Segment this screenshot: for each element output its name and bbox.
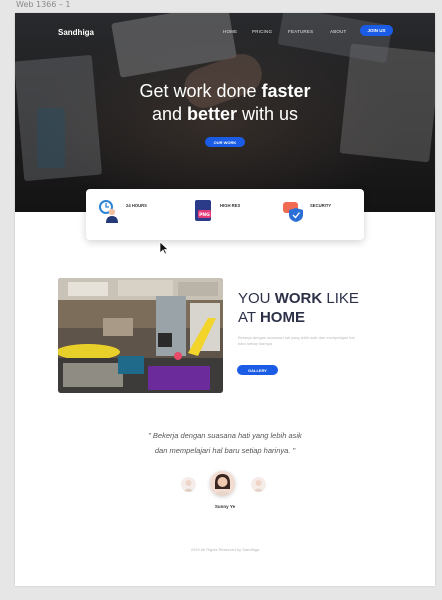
person-avatar-icon: [183, 480, 194, 492]
person-avatar-icon: [210, 471, 235, 496]
feature-title: SECURITY: [310, 203, 332, 208]
nav-item-home[interactable]: HOME: [223, 29, 237, 34]
work-description: Bekerja dengan suasana hati yang lebih a…: [238, 335, 355, 346]
artboard-label: Web 1366 – 1: [16, 0, 71, 9]
features-card: 24 HOURS PNG HIGH RES SECURITY: [86, 189, 364, 240]
our-work-button[interactable]: OUR WORK: [205, 137, 245, 147]
avatar[interactable]: [181, 477, 196, 492]
nav-item-about[interactable]: ABOUT: [330, 29, 347, 34]
avatar[interactable]: [251, 477, 266, 492]
feature-security: SECURITY: [282, 199, 367, 231]
feature-title: 24 HOURS: [126, 203, 147, 208]
nav-item-features[interactable]: FEATURES: [288, 29, 313, 34]
hero-section: Sandhiga HOME PRICING FEATURES ABOUT JOI…: [15, 13, 435, 212]
site-logo[interactable]: Sandhiga: [58, 28, 94, 37]
feature-24-hours: 24 HOURS: [98, 199, 183, 231]
clock-person-icon: [99, 200, 118, 223]
png-file-icon: PNG: [195, 200, 211, 221]
testimonial-quote-line2: dan mempelajari hal baru setiap harinya.…: [154, 446, 296, 455]
testimonial-name: Sunny Ye: [214, 504, 236, 509]
testimonial-quote-line1: " Bekerja dengan suasana hati yang lebih…: [148, 431, 302, 440]
gallery-button[interactable]: GALLERY: [237, 365, 278, 375]
shield-chat-icon: [283, 202, 303, 222]
feature-title: HIGH RES: [220, 203, 241, 208]
feature-high-res: PNG HIGH RES: [192, 199, 277, 231]
nav-item-pricing[interactable]: PRICING: [252, 29, 272, 34]
svg-text:PNG: PNG: [199, 212, 210, 218]
testimonial-avatars: [15, 471, 435, 501]
work-title: YOU WORK LIKE AT HOME: [238, 290, 359, 326]
office-photo: [58, 278, 223, 393]
join-us-button[interactable]: JOIN US: [360, 25, 393, 36]
mouse-cursor-icon: [159, 241, 169, 255]
avatar-selected[interactable]: [210, 471, 235, 496]
hero-title-line2: and better with us: [151, 104, 299, 124]
artboard: Sandhiga HOME PRICING FEATURES ABOUT JOI…: [15, 13, 435, 586]
hero-title-line1: Get work done faster: [139, 81, 311, 101]
person-avatar-icon: [253, 480, 264, 492]
office-photo-graphic: [58, 278, 223, 393]
footer-copyright: 2019 All Rights Reserved by Sandhiga: [190, 547, 260, 552]
